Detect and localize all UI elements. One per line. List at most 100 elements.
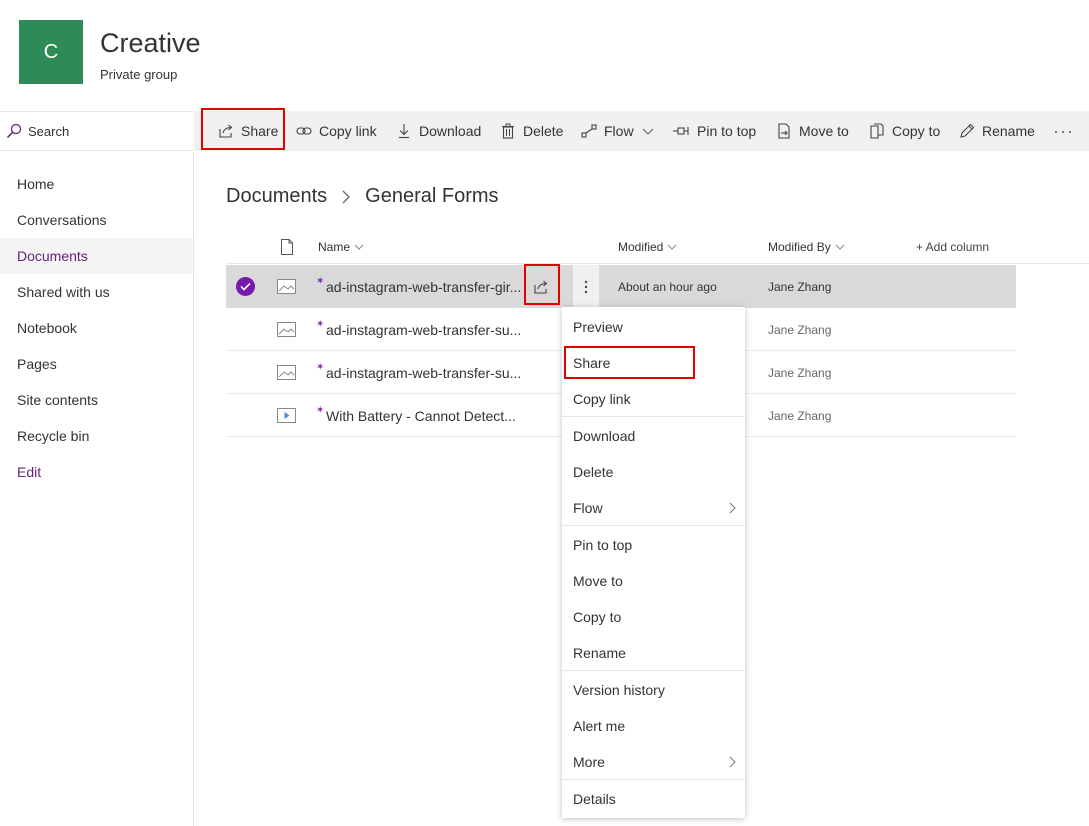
trash-icon — [502, 123, 514, 139]
highlight-box-share-command — [201, 108, 285, 150]
breadcrumb: Documents General Forms — [226, 185, 499, 208]
menu-item-delete[interactable]: Delete — [562, 454, 745, 490]
modified-by-name[interactable]: Jane Zhang — [768, 308, 831, 351]
image-file-icon — [277, 322, 296, 337]
file-type-header[interactable] — [280, 230, 294, 264]
copy-link-command[interactable]: Copy link — [296, 111, 377, 151]
breadcrumb-documents[interactable]: Documents — [226, 185, 327, 208]
modified-date: About an hour ago — [618, 279, 717, 294]
row-checkbox[interactable] — [236, 277, 255, 296]
file-name-link[interactable]: ad-instagram-web-transfer-su... — [326, 351, 521, 394]
name-column-header[interactable]: Name — [318, 230, 364, 264]
menu-divider — [562, 670, 745, 671]
add-column-button[interactable]: + Add column — [916, 230, 989, 264]
site-logo[interactable]: C — [19, 20, 83, 84]
menu-item-alert-me[interactable]: Alert me — [562, 708, 745, 744]
file-name-link[interactable]: ad-instagram-web-transfer-gir... — [326, 265, 521, 308]
nav-item-pages[interactable]: Pages — [0, 346, 193, 382]
menu-divider — [562, 416, 745, 417]
move-to-command[interactable]: Move to — [776, 111, 849, 151]
chevron-down-icon — [835, 244, 845, 250]
copy-to-command[interactable]: Copy to — [869, 111, 940, 151]
menu-item-copy-to[interactable]: Copy to — [562, 599, 745, 635]
nav-item-home[interactable]: Home — [0, 166, 193, 202]
move-to-command-label: Move to — [799, 123, 849, 139]
menu-item-rename[interactable]: Rename — [562, 635, 745, 671]
rename-command[interactable]: Rename — [959, 111, 1035, 151]
left-navigation: Home Conversations Documents Shared with… — [0, 151, 194, 826]
pin-to-top-command[interactable]: Pin to top — [672, 111, 756, 151]
file-name-link[interactable]: ad-instagram-web-transfer-su... — [326, 308, 521, 351]
modified-by-name[interactable]: Jane Zhang — [768, 351, 831, 394]
nav-item-documents[interactable]: Documents — [0, 238, 193, 274]
nav-item-notebook[interactable]: Notebook — [0, 310, 193, 346]
modified-column-label: Modified — [618, 240, 664, 254]
menu-item-preview[interactable]: Preview — [562, 309, 745, 345]
link-icon — [296, 127, 312, 135]
command-bar: Share Copy link Download Delete Flow Pin… — [194, 111, 1089, 151]
name-column-label: Name — [318, 240, 351, 254]
search-box[interactable]: Search — [0, 111, 193, 151]
image-file-icon — [277, 279, 296, 294]
checkmark-icon — [240, 282, 251, 291]
menu-item-move-to[interactable]: Move to — [562, 563, 745, 599]
modified-by-column-label: Modified By — [768, 240, 831, 254]
chevron-down-icon — [354, 244, 364, 250]
delete-command[interactable]: Delete — [500, 111, 563, 151]
pin-to-top-command-label: Pin to top — [697, 123, 757, 139]
chevron-down-icon — [668, 244, 677, 250]
image-file-icon — [277, 365, 296, 380]
file-row[interactable]: ✶ ad-instagram-web-transfer-gir... About… — [226, 265, 1016, 308]
menu-item-version-history[interactable]: Version history — [562, 672, 745, 708]
download-command-label: Download — [419, 123, 482, 139]
menu-item-copy-link[interactable]: Copy link — [562, 381, 745, 417]
menu-item-more-label: More — [573, 754, 605, 770]
new-item-marker-icon: ✶ — [316, 362, 325, 373]
menu-item-pin-to-top[interactable]: Pin to top — [562, 527, 745, 563]
nav-item-shared-with-us[interactable]: Shared with us — [0, 274, 193, 310]
download-icon — [399, 124, 409, 139]
chevron-down-icon — [642, 128, 653, 135]
more-vertical-icon — [584, 280, 588, 293]
pencil-icon — [960, 123, 975, 138]
file-list-header: Name Modified Modified By + Add column — [226, 230, 1089, 264]
nav-item-site-contents[interactable]: Site contents — [0, 382, 193, 418]
modified-by-name[interactable]: Jane Zhang — [768, 265, 831, 308]
copy-to-command-label: Copy to — [892, 123, 941, 139]
new-item-marker-icon: ✶ — [316, 276, 325, 287]
breadcrumb-general-forms: General Forms — [365, 185, 499, 207]
flow-command[interactable]: Flow — [581, 111, 654, 151]
pin-icon — [673, 127, 689, 135]
row-more-actions-button[interactable] — [573, 265, 599, 308]
nav-item-conversations[interactable]: Conversations — [0, 202, 193, 238]
delete-command-label: Delete — [523, 123, 564, 139]
menu-divider — [562, 779, 745, 780]
search-icon — [6, 123, 22, 139]
file-name-link[interactable]: With Battery - Cannot Detect... — [326, 394, 516, 437]
menu-item-details[interactable]: Details — [562, 781, 745, 817]
chevron-right-icon — [729, 756, 736, 768]
menu-item-download[interactable]: Download — [562, 418, 745, 454]
copy-icon — [870, 123, 884, 139]
menu-item-flow-label: Flow — [573, 500, 603, 516]
menu-item-flow[interactable]: Flow — [562, 490, 745, 526]
chevron-right-icon — [342, 190, 351, 203]
new-item-marker-icon: ✶ — [316, 319, 325, 330]
modified-by-column-header[interactable]: Modified By — [768, 230, 845, 264]
flow-command-label: Flow — [604, 123, 634, 139]
site-title[interactable]: Creative — [100, 28, 201, 59]
flow-icon — [581, 124, 597, 138]
rename-command-label: Rename — [982, 123, 1035, 139]
video-file-icon — [277, 408, 296, 423]
download-command[interactable]: Download — [396, 111, 481, 151]
nav-edit-link[interactable]: Edit — [0, 454, 193, 490]
highlight-box-menu-share — [564, 346, 695, 379]
modified-column-header[interactable]: Modified — [618, 230, 677, 264]
nav-item-recycle-bin[interactable]: Recycle bin — [0, 418, 193, 454]
menu-item-more[interactable]: More — [562, 744, 745, 780]
document-icon — [281, 239, 293, 255]
site-privacy-label: Private group — [100, 67, 178, 82]
modified-by-name[interactable]: Jane Zhang — [768, 394, 831, 437]
more-commands-button[interactable]: ··· — [1053, 111, 1074, 151]
new-item-marker-icon: ✶ — [316, 405, 325, 416]
